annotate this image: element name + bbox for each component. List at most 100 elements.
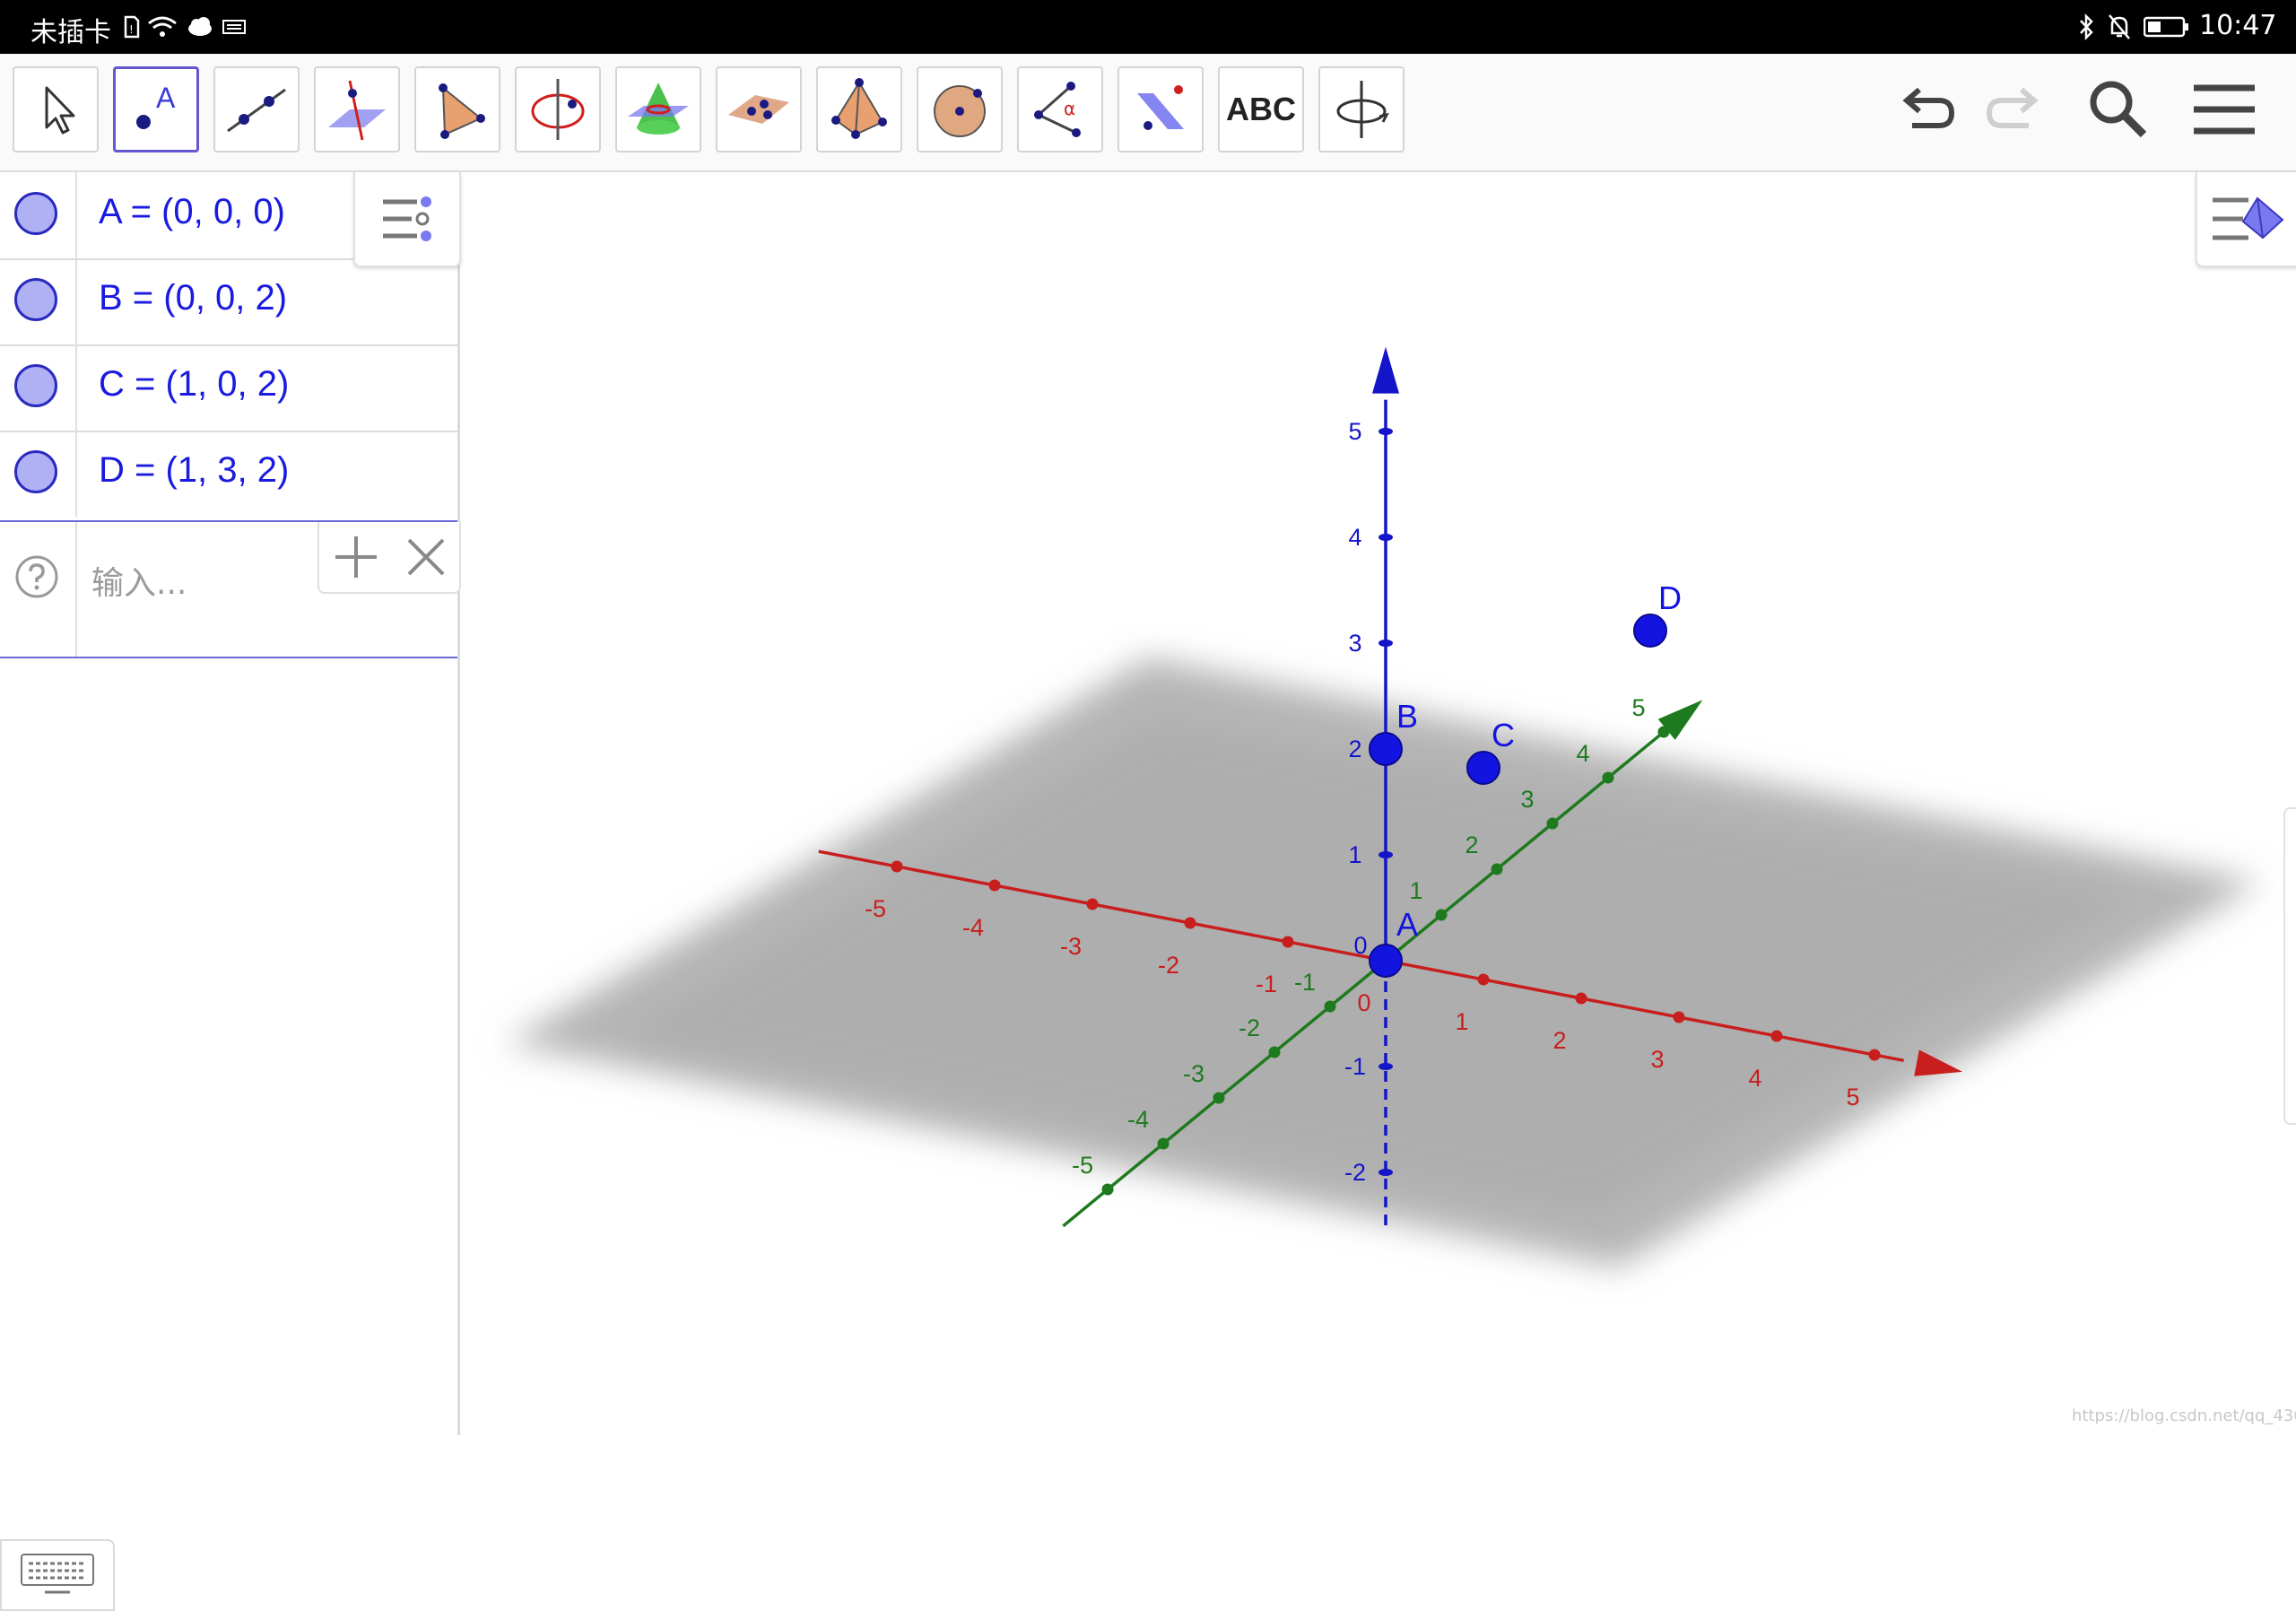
point-tool-button[interactable]: A	[113, 66, 199, 152]
graphics-3d-view[interactable]: -5 -4 -3 -2 -1 0 1 2 3 4 5 -5 -4 -3 -2 -1 1 2 3 4 5 -2 -1 1 2 3 4 5…	[466, 172, 2296, 1435]
y-axis-tick	[1213, 1092, 1225, 1104]
y-axis-tick	[1324, 1000, 1336, 1013]
y-axis-tick-label: -2	[1239, 1014, 1260, 1041]
visibility-toggle-a[interactable]	[14, 192, 57, 235]
plane-through-points-tool-button[interactable]	[716, 66, 802, 152]
sphere-icon	[934, 85, 986, 137]
point-label-c: C	[1492, 717, 1515, 753]
close-icon[interactable]	[405, 536, 447, 578]
algebra-item-b[interactable]: B = (0, 0, 2)	[0, 258, 457, 346]
algebra-expression-b[interactable]: B = (0, 0, 2)	[99, 278, 287, 318]
bluetooth-icon	[2080, 13, 2093, 40]
undo-button[interactable]	[1889, 70, 1968, 149]
rotate-view-icon	[1336, 81, 1389, 138]
algebra-input[interactable]	[90, 560, 309, 606]
rotate-view-tool-button[interactable]	[1318, 66, 1405, 152]
circle-axis-tool-button[interactable]	[515, 66, 601, 152]
undo-icon	[1902, 87, 1955, 128]
keyboard-indicator-icon	[222, 20, 246, 34]
z-axis-tick-label: 3	[1348, 630, 1361, 657]
y-axis-tick	[1602, 771, 1614, 784]
menu-icon	[2194, 84, 2255, 135]
x-axis-tick	[1673, 1011, 1685, 1023]
side-panel-tab[interactable]	[2283, 807, 2296, 1125]
z-axis-tick-label: -1	[1344, 1053, 1366, 1080]
move-tool-button[interactable]	[13, 66, 99, 152]
y-axis-tick-label: 5	[1631, 694, 1645, 721]
y-axis-tick-label: -5	[1072, 1152, 1093, 1179]
line-tool-button[interactable]	[213, 66, 300, 152]
angle-tool-button[interactable]: α	[1017, 66, 1103, 152]
algebra-expression-c[interactable]: C = (1, 0, 2)	[99, 364, 289, 405]
reflect-tool-button[interactable]	[1118, 66, 1204, 152]
keyboard-toggle-button[interactable]	[0, 1539, 115, 1611]
x-axis-tick-label: -4	[962, 914, 984, 941]
x-axis-tick	[988, 879, 1001, 892]
x-axis-tick	[1770, 1030, 1783, 1042]
y-axis-tick	[1491, 863, 1503, 875]
help-icon[interactable]	[14, 554, 59, 599]
algebra-expression-d[interactable]: D = (1, 3, 2)	[99, 450, 289, 491]
y-axis-tick	[1435, 909, 1448, 921]
plane-points-icon	[728, 95, 789, 124]
svg-text:α: α	[1064, 98, 1075, 119]
y-axis-tick	[1546, 817, 1559, 830]
point-d[interactable]	[1633, 614, 1667, 648]
sphere-tool-button[interactable]	[917, 66, 1003, 152]
sim-icon: !	[124, 15, 140, 39]
y-axis-tick	[1657, 726, 1670, 738]
graphics-style-button[interactable]	[2196, 172, 2296, 267]
wifi-icon	[148, 16, 177, 37]
z-axis-tick	[1378, 1169, 1393, 1176]
x-axis-tick-label: -3	[1060, 933, 1082, 960]
visibility-toggle-c[interactable]	[14, 364, 57, 407]
algebra-settings-button[interactable]	[353, 172, 461, 267]
z-axis-tick	[1378, 1063, 1393, 1070]
x-axis-tick-label: 1	[1455, 1008, 1468, 1035]
polygon-tool-button[interactable]	[414, 66, 500, 152]
input-actions	[317, 522, 461, 594]
cloud-icon	[188, 17, 212, 36]
z-axis-tick-label: 2	[1348, 736, 1361, 762]
algebra-item-d[interactable]: D = (1, 3, 2)	[0, 431, 457, 517]
status-bar: 未插卡 ! 10:47	[0, 0, 2296, 54]
y-axis-tick	[1157, 1137, 1170, 1150]
y-axis-tick	[1268, 1046, 1281, 1058]
main-menu-button[interactable]	[2185, 70, 2264, 149]
visibility-toggle-d[interactable]	[14, 450, 57, 493]
pyramid-icon	[831, 78, 887, 139]
perpendicular-line-tool-button[interactable]	[314, 66, 400, 152]
x-axis-tick-label: 5	[1846, 1084, 1859, 1110]
y-axis-tick-label: -3	[1183, 1060, 1205, 1087]
keyboard-icon	[21, 1554, 94, 1594]
battery-icon	[2144, 16, 2188, 38]
plus-icon[interactable]	[332, 533, 380, 581]
visibility-toggle-b[interactable]	[14, 278, 57, 321]
search-button[interactable]	[2079, 70, 2158, 149]
perpendicular-line-icon	[328, 80, 386, 141]
point-a[interactable]	[1369, 944, 1403, 978]
z-axis-tick	[1378, 428, 1393, 435]
y-axis-tick-label: 3	[1520, 786, 1534, 813]
text-tool-button[interactable]: ABC	[1218, 66, 1304, 152]
y-axis-tick	[1101, 1183, 1114, 1196]
redo-button[interactable]	[1973, 70, 2052, 149]
line-icon	[227, 88, 286, 133]
z-axis-tick-label: -2	[1344, 1159, 1366, 1186]
algebra-item-c[interactable]: C = (1, 0, 2)	[0, 344, 457, 432]
algebra-expression-a[interactable]: A = (0, 0, 0)	[99, 192, 285, 232]
mute-icon	[2109, 14, 2130, 39]
point-b[interactable]	[1369, 732, 1403, 766]
pyramid-tool-button[interactable]	[816, 66, 902, 152]
y-axis-tick-label: -1	[1294, 969, 1316, 996]
reflect-icon	[1137, 85, 1184, 130]
x-axis-tick-label: 4	[1748, 1065, 1761, 1092]
y-axis-tick-label: 1	[1409, 877, 1422, 904]
x-axis-tick	[1868, 1049, 1881, 1061]
point-c[interactable]	[1466, 751, 1500, 785]
z-axis-arrow	[1372, 346, 1399, 394]
algebra-view: A = (0, 0, 0) B = (0, 0, 2) C = (1, 0, 2…	[0, 172, 461, 1611]
text-tool-label: ABC	[1226, 91, 1296, 127]
redo-icon	[1986, 87, 2039, 128]
intersect-surfaces-tool-button[interactable]	[615, 66, 701, 152]
